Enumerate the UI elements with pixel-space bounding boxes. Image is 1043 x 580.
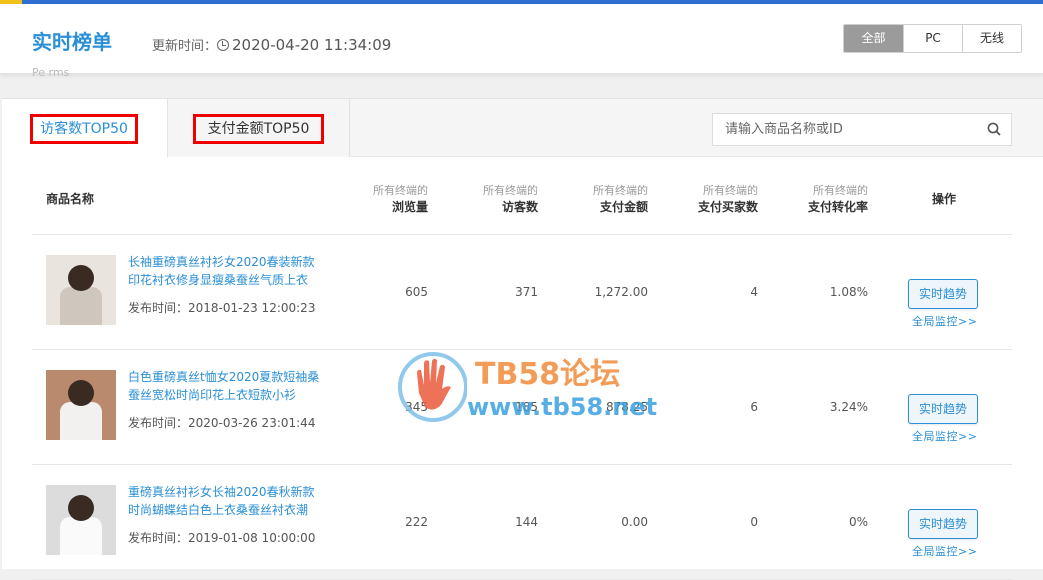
col-views: 所有终端的浏览量: [348, 182, 428, 216]
col-views-label: 浏览量: [391, 200, 428, 214]
global-monitor-link[interactable]: 全局监控>>: [912, 543, 977, 559]
clock-icon: [217, 39, 230, 51]
buyers-value: 0: [750, 515, 758, 529]
watermark-title: TB58论坛: [475, 357, 621, 392]
table-row: 重磅真丝衬衫女长袖2020春秋新款时尚蝴蝶结白色上衣桑蚕丝衬衣潮发布时间：201…: [32, 465, 1012, 580]
ghost-text: Pe rms: [32, 66, 70, 79]
realtime-trend-button[interactable]: 实时趋势: [908, 509, 978, 539]
buyers-value: 6: [750, 400, 758, 414]
conversion-value: 0%: [848, 515, 868, 529]
thumbnail-figure-head: [68, 265, 94, 291]
conversion-value: 1.08%: [829, 285, 868, 299]
hand-logo-icon: [398, 352, 468, 422]
search-box: [712, 113, 1012, 146]
product-thumbnail[interactable]: [46, 255, 116, 325]
col-amount-label: 支付金额: [599, 200, 648, 214]
views-value: 605: [405, 285, 428, 299]
product-name-link[interactable]: 长袖重磅真丝衬衫女2020春装新款印花衬衣修身显瘦桑蚕丝气质上衣: [128, 253, 323, 289]
views-value: 222: [405, 515, 428, 529]
table-header: 商品名称 所有终端的浏览量 所有终端的访客数 所有终端的支付金额 所有终端的支付…: [32, 169, 1012, 235]
update-time: 2020-04-20 11:34:09: [232, 36, 392, 54]
product-thumbnail[interactable]: [46, 485, 116, 555]
page-header: 实时榜单 更新时间： 2020-04-20 11:34:09 全部 PC 无线 P…: [0, 4, 1043, 79]
page-title: 实时榜单: [32, 30, 112, 54]
segment-wireless[interactable]: 无线: [962, 25, 1021, 52]
ranking-panel: 访客数TOP50 支付金额TOP50 商品名称 所有终端的浏览量 所有终端的访客…: [2, 98, 1043, 580]
watermark-url: www.tb58.net: [467, 393, 658, 421]
watermark: TB58论坛 www.tb58.net: [397, 349, 657, 429]
tab-bar: 访客数TOP50 支付金额TOP50: [2, 99, 1043, 158]
global-monitor-link[interactable]: 全局监控>>: [912, 313, 977, 329]
terminal-switch: 全部 PC 无线: [843, 24, 1022, 53]
visitors-value: 144: [515, 515, 538, 529]
col-buyers-label: 支付买家数: [697, 200, 758, 214]
buyers-value: 4: [750, 285, 758, 299]
col-action: 操作: [932, 192, 957, 206]
col-name: 商品名称: [46, 192, 95, 206]
col-visitors: 所有终端的访客数: [458, 182, 538, 216]
col-conversion: 所有终端的支付转化率: [788, 182, 868, 216]
realtime-trend-button[interactable]: 实时趋势: [908, 394, 978, 424]
visitors-value: 371: [515, 285, 538, 299]
amount-value: 1,272.00: [594, 285, 648, 299]
tab-payment-top50[interactable]: 支付金额TOP50: [168, 99, 350, 157]
thumbnail-figure-body: [60, 517, 102, 555]
col-amount-prefix: 所有终端的: [593, 184, 648, 197]
col-buyers: 所有终端的支付买家数: [678, 182, 758, 216]
product-thumbnail[interactable]: [46, 370, 116, 440]
col-buyers-prefix: 所有终端的: [703, 184, 758, 197]
thumbnail-figure-head: [68, 495, 94, 521]
publish-time: 发布时间：2019-01-08 10:00:00: [128, 531, 316, 545]
update-label: 更新时间：: [152, 39, 218, 54]
update-info: 更新时间： 2020-04-20 11:34:09: [152, 35, 391, 54]
search-icon[interactable]: [987, 122, 1001, 136]
realtime-trend-button[interactable]: 实时趋势: [908, 279, 978, 309]
global-monitor-link[interactable]: 全局监控>>: [912, 428, 977, 444]
thumbnail-figure-head: [68, 380, 94, 406]
product-name-link[interactable]: 白色重磅真丝t恤女2020夏款短袖桑蚕丝宽松时尚印花上衣短款小衫: [128, 368, 323, 404]
conversion-value: 3.24%: [829, 400, 868, 414]
col-views-prefix: 所有终端的: [373, 184, 428, 197]
table-row: 长袖重磅真丝衬衫女2020春装新款印花衬衣修身显瘦桑蚕丝气质上衣发布时间：201…: [32, 235, 1012, 350]
col-visitors-label: 访客数: [501, 200, 538, 214]
product-name-link[interactable]: 重磅真丝衬衫女长袖2020春秋新款时尚蝴蝶结白色上衣桑蚕丝衬衣潮: [128, 483, 323, 519]
thumbnail-figure-body: [60, 287, 102, 325]
search-input[interactable]: [713, 114, 973, 145]
publish-time: 发布时间：2020-03-26 23:01:44: [128, 416, 316, 430]
col-conversion-label: 支付转化率: [807, 200, 868, 214]
tab-visitors-label: 访客数TOP50: [30, 114, 138, 144]
thumbnail-figure-body: [60, 402, 102, 440]
segment-pc[interactable]: PC: [903, 25, 962, 52]
col-visitors-prefix: 所有终端的: [483, 184, 538, 197]
segment-all[interactable]: 全部: [844, 25, 903, 52]
amount-value: 0.00: [621, 515, 648, 529]
col-amount: 所有终端的 支付金额: [568, 182, 648, 216]
publish-time: 发布时间：2018-01-23 12:00:23: [128, 301, 316, 315]
tab-visitors-top50[interactable]: 访客数TOP50: [2, 99, 168, 158]
tab-payment-label: 支付金额TOP50: [193, 114, 324, 144]
col-conversion-prefix: 所有终端的: [813, 184, 868, 197]
